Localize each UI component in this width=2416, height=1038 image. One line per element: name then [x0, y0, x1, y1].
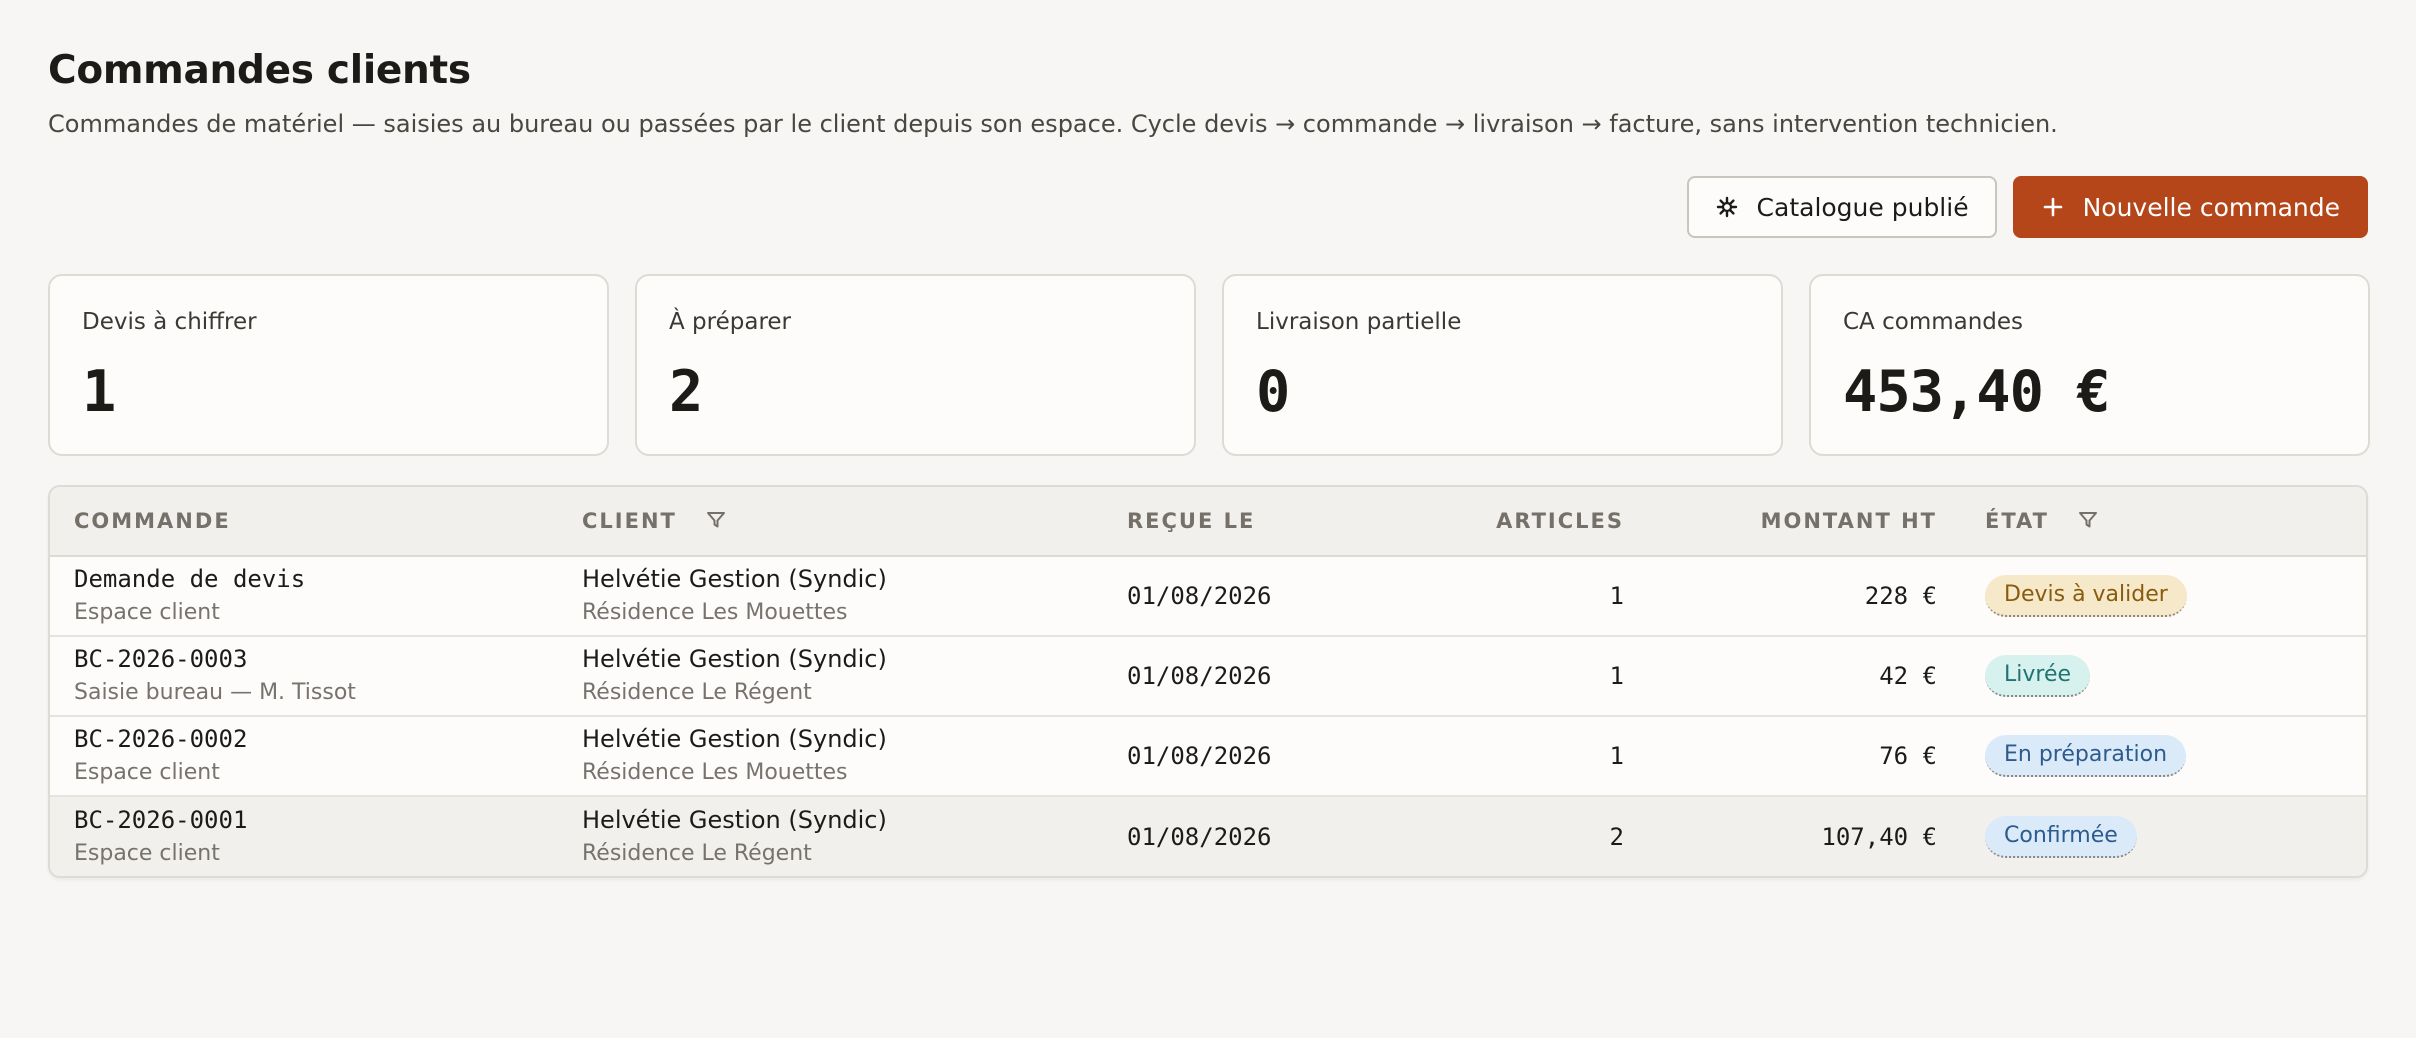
column-header-client[interactable]: Client [558, 487, 1103, 556]
page-actions: Catalogue publié Nouvelle commande [1686, 176, 2368, 238]
client-name: Helvétie Gestion (Syndic) [582, 645, 887, 673]
order-cell: Demande de devis Espace client [50, 556, 558, 636]
order-articles: 1 [1609, 742, 1624, 770]
column-header-commande[interactable]: Commande [50, 487, 558, 556]
status-cell: Livrée [1961, 636, 2366, 716]
client-residence: Résidence Les Mouettes [582, 760, 848, 785]
table-row[interactable]: Demande de devis Espace client Helvétie … [50, 556, 2366, 636]
order-source: Espace client [74, 760, 220, 785]
status-cell: Confirmée [1961, 796, 2366, 876]
order-cell: BC-2026-0001 Espace client [50, 796, 558, 876]
stat-label: CA commandes [1843, 309, 2024, 335]
client-name: Helvétie Gestion (Syndic) [582, 805, 887, 834]
order-ref[interactable]: BC-2026-0003 [74, 644, 534, 674]
order-source: Saisie bureau — M. Tissot [74, 680, 356, 705]
order-ref[interactable]: Demande de devis [74, 564, 534, 594]
order-date: 01/08/2026 [1127, 662, 1272, 690]
catalogue-button-label: Catalogue publié [1756, 192, 1969, 222]
table-header-row: Commande Client Reçue le Articles Montan… [50, 487, 2366, 556]
column-header-articles[interactable]: Articles [1383, 487, 1648, 556]
client-cell: Helvétie Gestion (Syndic) Résidence Les … [558, 716, 1103, 796]
stat-value: 453,40 € [1843, 359, 2111, 425]
stat-card-livraison-partielle: Livraison partielle 0 [1222, 274, 1783, 456]
column-header-recue-le[interactable]: Reçue le [1103, 487, 1383, 556]
order-date: 01/08/2026 [1127, 822, 1272, 851]
order-source: Espace client [74, 600, 220, 625]
order-amount: 42 € [1879, 662, 1937, 690]
filter-icon[interactable] [2078, 510, 2098, 534]
stats-row: Devis à chiffrer 1 À préparer 2 Livraiso… [48, 274, 2370, 456]
page-subtitle: Commandes de matériel — saisies au burea… [48, 110, 2058, 138]
new-order-button-label: Nouvelle commande [2082, 192, 2340, 222]
client-cell: Helvétie Gestion (Syndic) Résidence Le R… [558, 636, 1103, 716]
page-title: Commandes clients [48, 48, 471, 93]
status-cell: En préparation [1961, 716, 2366, 796]
status-badge: Confirmée [1985, 815, 2137, 858]
order-source: Espace client [74, 840, 220, 866]
order-articles: 1 [1609, 662, 1624, 690]
column-header-montant-ht[interactable]: Montant HT [1648, 487, 1961, 556]
stat-card-devis: Devis à chiffrer 1 [48, 274, 609, 456]
order-cell: BC-2026-0003 Saisie bureau — M. Tissot [50, 636, 558, 716]
plus-icon [2041, 195, 2065, 219]
order-date: 01/08/2026 [1127, 742, 1272, 770]
client-cell: Helvétie Gestion (Syndic) Résidence Les … [558, 556, 1103, 636]
status-badge: Devis à valider [1985, 575, 2187, 617]
stat-card-a-preparer: À préparer 2 [635, 274, 1196, 456]
table-row[interactable]: BC-2026-0001 Espace client Helvétie Gest… [50, 796, 2366, 876]
status-badge: En préparation [1985, 735, 2187, 777]
client-residence: Résidence Les Mouettes [582, 600, 848, 625]
table-row[interactable]: BC-2026-0002 Espace client Helvétie Gest… [50, 716, 2366, 796]
order-ref[interactable]: BC-2026-0001 [74, 805, 534, 835]
order-amount: 228 € [1864, 582, 1937, 610]
catalogue-button[interactable]: Catalogue publié [1686, 176, 1997, 238]
stat-value: 2 [669, 359, 703, 425]
client-residence: Résidence Le Régent [582, 680, 812, 705]
order-ref[interactable]: BC-2026-0002 [74, 724, 534, 754]
table-row[interactable]: BC-2026-0003 Saisie bureau — M. Tissot H… [50, 636, 2366, 716]
orders-page: Commandes clients Commandes de matériel … [0, 0, 2416, 1038]
column-header-etat[interactable]: État [1961, 487, 2366, 556]
order-articles: 2 [1609, 822, 1624, 851]
order-amount: 76 € [1879, 742, 1937, 770]
filter-icon[interactable] [706, 510, 726, 534]
order-articles: 1 [1609, 582, 1624, 610]
order-date: 01/08/2026 [1127, 582, 1272, 610]
orders-table-container: Commande Client Reçue le Articles Montan… [48, 485, 2368, 878]
client-name: Helvétie Gestion (Syndic) [582, 565, 887, 593]
asterisk-icon [1715, 195, 1739, 219]
orders-table: Commande Client Reçue le Articles Montan… [50, 487, 2366, 876]
status-cell: Devis à valider [1961, 556, 2366, 636]
client-cell: Helvétie Gestion (Syndic) Résidence Le R… [558, 796, 1103, 876]
client-name: Helvétie Gestion (Syndic) [582, 725, 887, 753]
stat-value: 0 [1256, 359, 1290, 425]
client-residence: Résidence Le Régent [582, 840, 812, 866]
stat-card-ca-commandes: CA commandes 453,40 € [1809, 274, 2370, 456]
status-badge: Livrée [1985, 655, 2091, 697]
stat-label: Livraison partielle [1256, 309, 1462, 335]
stat-label: À préparer [669, 309, 791, 335]
stat-value: 1 [82, 359, 116, 425]
order-amount: 107,40 € [1821, 822, 1937, 851]
stat-label: Devis à chiffrer [82, 309, 257, 335]
new-order-button[interactable]: Nouvelle commande [2012, 176, 2368, 238]
order-cell: BC-2026-0002 Espace client [50, 716, 558, 796]
